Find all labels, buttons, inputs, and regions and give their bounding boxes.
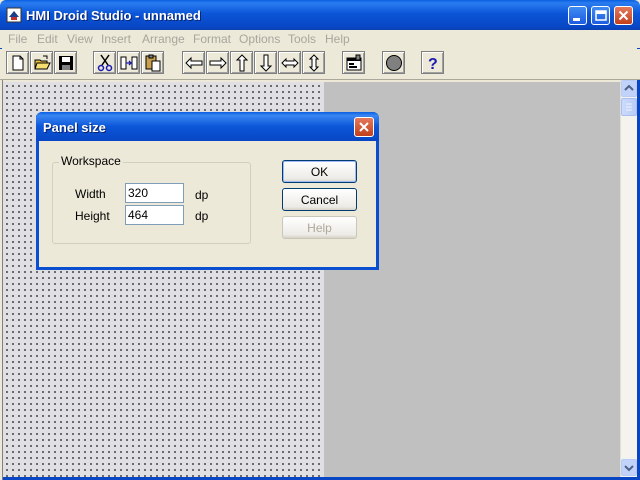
menu-file[interactable]: File: [8, 32, 27, 46]
width-unit: dp: [195, 188, 209, 202]
cut-icon: [97, 54, 113, 72]
properties-button[interactable]: [342, 51, 365, 74]
menu-help[interactable]: Help: [325, 32, 350, 46]
arrow-left-right-icon: [281, 57, 299, 69]
dialog-body: Workspace Width dp Height dp OK Cancel H…: [39, 141, 376, 267]
move-down-button[interactable]: [254, 51, 277, 74]
close-icon: [359, 122, 369, 132]
open-button[interactable]: [30, 51, 53, 74]
panel-size-dialog: Panel size Workspace Width dp Height dp …: [36, 112, 379, 270]
scroll-thumb[interactable]: [621, 98, 637, 116]
menu-format[interactable]: Format: [193, 32, 231, 46]
menu-view[interactable]: View: [67, 32, 93, 46]
move-up-button[interactable]: [230, 51, 253, 74]
minimize-button[interactable]: [568, 6, 587, 25]
cancel-button[interactable]: Cancel: [282, 188, 357, 211]
toolbar: ?: [0, 49, 640, 80]
menu-options[interactable]: Options: [239, 32, 280, 46]
width-label: Width: [75, 187, 106, 201]
paste-button[interactable]: [141, 51, 164, 74]
copy-button[interactable]: [117, 51, 140, 74]
height-input[interactable]: [125, 205, 184, 225]
menu-tools[interactable]: Tools: [288, 32, 316, 46]
menu-bar: File Edit View Insert Arrange Format Opt…: [0, 30, 640, 48]
help-dialog-button: Help: [282, 216, 357, 239]
move-right-button[interactable]: [206, 51, 229, 74]
arrow-right-icon: [209, 56, 227, 70]
open-folder-icon: [34, 55, 51, 70]
workspace-groupbox: [52, 162, 251, 244]
help-button[interactable]: ?: [421, 51, 444, 74]
title-bar[interactable]: HMI Droid Studio - unnamed: [0, 0, 640, 30]
grip-icon: [626, 103, 632, 111]
chevron-up-icon: [624, 84, 634, 91]
arrow-up-icon: [235, 54, 249, 72]
stretch-vertical-button[interactable]: [302, 51, 325, 74]
workspace-group-label: Workspace: [59, 154, 123, 168]
maximize-button[interactable]: [591, 6, 610, 25]
save-icon: [59, 56, 73, 70]
window-title: HMI Droid Studio - unnamed: [26, 8, 201, 23]
height-label: Height: [75, 209, 110, 223]
cut-button[interactable]: [93, 51, 116, 74]
arrow-down-icon: [259, 54, 273, 72]
stretch-horizontal-button[interactable]: [278, 51, 301, 74]
paste-icon: [145, 54, 161, 72]
record-circle-icon: [386, 55, 402, 71]
menu-arrange[interactable]: Arrange: [142, 32, 185, 46]
new-button[interactable]: [6, 51, 29, 74]
width-input[interactable]: [125, 183, 184, 203]
properties-icon: [346, 54, 362, 71]
close-window-button[interactable]: [614, 6, 633, 25]
save-button[interactable]: [54, 51, 77, 74]
app-icon[interactable]: [6, 7, 22, 23]
new-icon: [12, 55, 24, 71]
arrow-left-icon: [185, 56, 203, 70]
move-left-button[interactable]: [182, 51, 205, 74]
dialog-title-bar[interactable]: Panel size: [36, 112, 379, 141]
scroll-down-button[interactable]: [621, 459, 637, 476]
help-question-icon: ?: [428, 56, 438, 72]
record-button[interactable]: [382, 51, 405, 74]
menu-insert[interactable]: Insert: [101, 32, 131, 46]
arrow-up-down-icon: [308, 54, 320, 72]
vertical-scrollbar[interactable]: [620, 80, 637, 477]
height-unit: dp: [195, 209, 209, 223]
menu-edit[interactable]: Edit: [37, 32, 58, 46]
copy-icon: [120, 56, 138, 70]
scroll-up-button[interactable]: [621, 80, 637, 97]
ok-button[interactable]: OK: [282, 160, 357, 183]
svg-text:?: ?: [428, 56, 438, 72]
toolbar-separator: [0, 79, 640, 80]
dialog-close-button[interactable]: [354, 117, 374, 137]
chevron-down-icon: [624, 465, 634, 472]
dialog-title: Panel size: [43, 120, 106, 135]
